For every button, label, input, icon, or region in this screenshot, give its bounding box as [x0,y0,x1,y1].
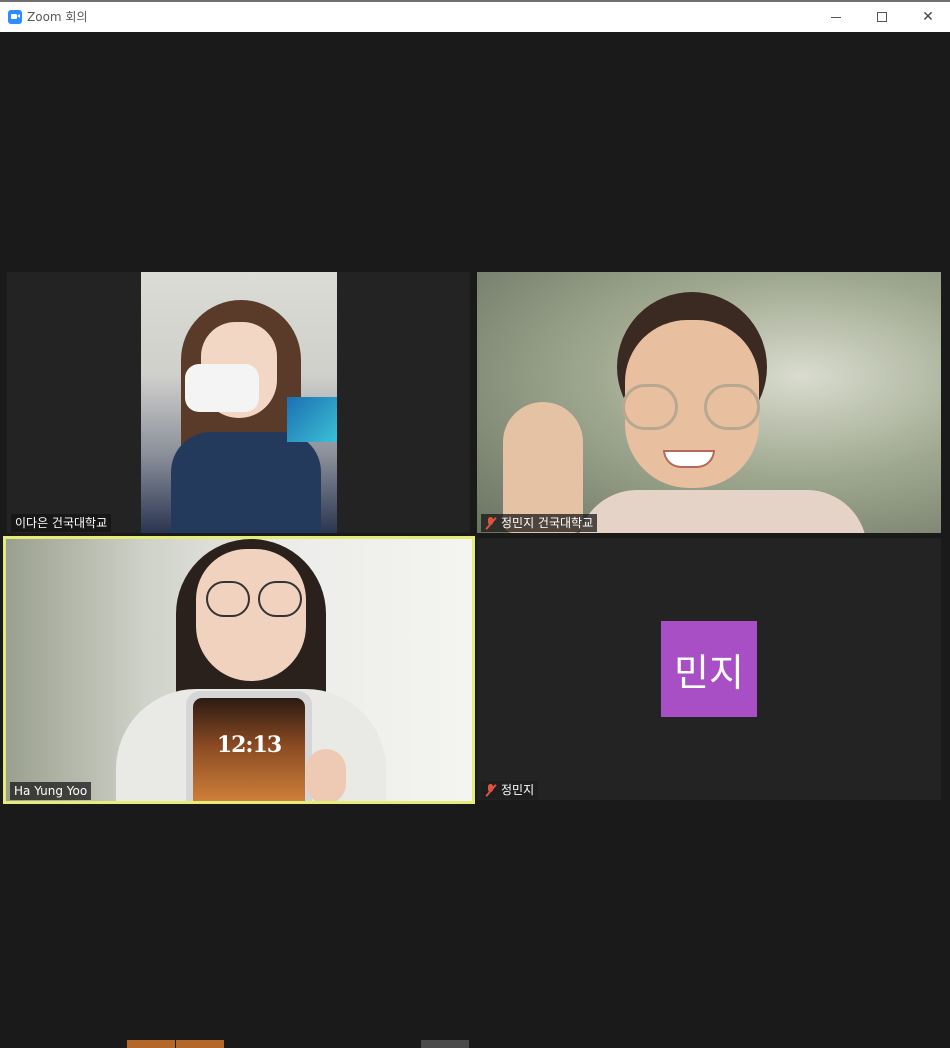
toolbar-item[interactable] [127,1040,175,1048]
video-figure-hand [306,749,346,801]
video-figure-body [577,490,867,533]
video-phone: 12:13 [186,691,312,801]
participant-tile[interactable]: 이다은 건국대학교 [7,272,470,533]
toolbar-item[interactable] [421,1040,469,1048]
video-figure-glasses [258,581,302,617]
close-button[interactable]: ✕ [905,2,950,32]
avatar: 민지 [661,621,757,717]
participant-video: 12:13 [6,539,472,801]
muted-microphone-icon [485,783,497,797]
window-title: Zoom 회의 [27,10,88,24]
participant-name: Ha Yung Yoo [14,784,88,798]
minimize-button[interactable] [813,2,859,32]
phone-lock-screen: 12:13 [193,698,305,801]
zoom-app-icon [8,10,22,24]
participant-tile-active-speaker[interactable]: 12:13 Ha Yung Yoo [3,536,475,804]
minimize-icon [831,16,841,18]
maximize-button[interactable] [859,2,905,32]
participant-name-tag: 정민지 건국대학교 [481,514,598,532]
participant-name-tag: 정민지 [481,781,539,799]
title-bar: Zoom 회의 ✕ [0,0,950,32]
video-figure-body [171,432,321,533]
video-figure-glasses [704,384,760,430]
video-background-screen [287,397,337,442]
participant-name: 정민지 [501,783,535,797]
video-figure-mask [185,364,259,412]
participant-tile[interactable]: 민지 정민지 [477,538,941,800]
video-figure-glasses [206,581,250,617]
muted-microphone-icon [485,516,497,530]
participant-name-tag: Ha Yung Yoo [10,782,92,800]
video-figure-glasses [622,384,678,430]
phone-clock: 12:13 [216,732,282,758]
participant-name-tag: 이다은 건국대학교 [11,514,112,532]
maximize-icon [877,12,887,22]
gallery-view: 이다은 건국대학교 정민지 건국대학교 12:13 Ha Yung Yoo 민지… [0,32,950,1048]
participant-tile[interactable]: 정민지 건국대학교 [477,272,941,533]
toolbar-item[interactable] [176,1040,224,1048]
close-icon: ✕ [922,9,934,25]
participant-name: 이다은 건국대학교 [15,516,108,530]
participant-name: 정민지 건국대학교 [501,516,594,530]
participant-video [141,272,337,533]
